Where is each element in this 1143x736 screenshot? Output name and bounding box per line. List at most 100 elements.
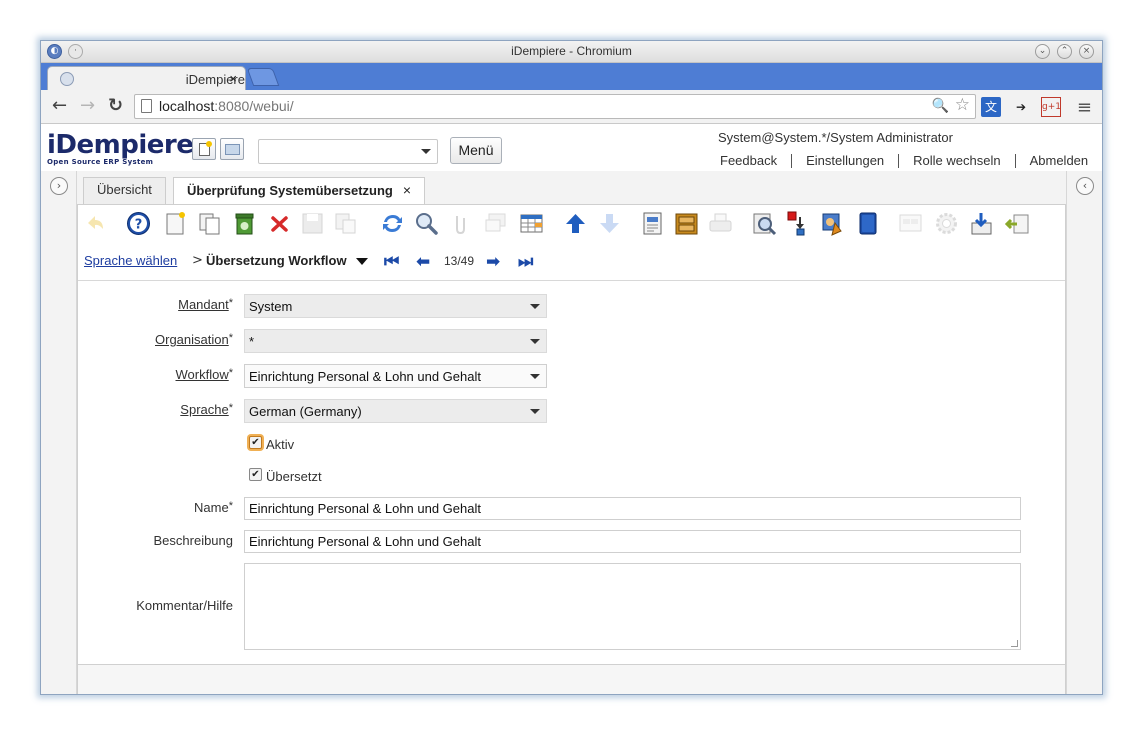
customize-icon[interactable] [934, 211, 959, 236]
workflow-dropdown-icon[interactable] [530, 374, 540, 379]
sprache-dropdown-icon[interactable] [530, 409, 540, 414]
idempiere-logo: iDempiere Open Source ERP System [47, 132, 194, 166]
previous-record-icon[interactable]: ⬅ [416, 254, 430, 271]
grid-toggle-icon[interactable] [519, 211, 544, 236]
refresh-icon[interactable] [380, 211, 405, 236]
dropdown-arrow-icon[interactable] [421, 149, 431, 154]
post-icon[interactable] [856, 211, 881, 236]
bookmark-star-icon[interactable]: ☆ [955, 95, 970, 115]
new-record-icon[interactable] [163, 211, 188, 236]
import-icon[interactable] [1005, 211, 1030, 236]
kommentar-field[interactable] [244, 563, 1021, 650]
workflow-label-text[interactable]: Workflow [176, 367, 229, 382]
chat-icon[interactable] [483, 211, 508, 236]
url-text[interactable]: localhost:8080/webui/ [159, 98, 294, 114]
url-host: localhost [159, 98, 215, 114]
record-counter: 13/49 [444, 254, 475, 268]
reload-icon[interactable]: ↻ [108, 96, 123, 116]
browser-window: ◐ · iDempiere - Chromium ⌄ ⌃ × iDempiere… [40, 40, 1103, 695]
translate-extension-icon[interactable]: 文 [981, 97, 1001, 117]
find-icon[interactable] [414, 211, 439, 236]
expand-east-icon[interactable]: ‹ [1076, 177, 1094, 195]
name-field[interactable]: Einrichtung Personal & Lohn und Gehalt [244, 497, 1021, 520]
first-record-icon[interactable]: ⏮ [384, 254, 399, 271]
organisation-dropdown-icon[interactable] [530, 339, 540, 344]
browser-tab[interactable]: iDempiere × [47, 66, 246, 90]
tab-close-icon[interactable]: × [403, 182, 411, 198]
sprache-label-text[interactable]: Sprache [180, 402, 228, 417]
browser-tab-close-icon[interactable]: × [229, 71, 237, 86]
uebersetzt-checkbox[interactable]: ✔ [249, 468, 262, 481]
breadcrumb-current: Übersetzung Workflow [206, 253, 347, 268]
signin-extension-icon[interactable]: ➔ [1011, 97, 1031, 117]
center-area: Übersicht Überprüfung Systemübersetzung ×… [77, 171, 1066, 694]
save-icon[interactable] [300, 211, 325, 236]
new-document-button[interactable] [192, 138, 216, 160]
delete-selected-icon[interactable] [267, 211, 292, 236]
minimize-button[interactable]: ⌄ [1035, 44, 1050, 59]
mandant-value: System [249, 299, 293, 314]
tab-uebersicht[interactable]: Übersicht [83, 177, 166, 205]
tab-ueberpruefung[interactable]: Überprüfung Systemübersetzung × [173, 177, 426, 206]
zoom-icon[interactable]: 🔍 [932, 97, 949, 114]
last-record-icon[interactable]: ⏭ [518, 254, 533, 271]
attachment-icon[interactable] [448, 211, 473, 236]
organisation-value: * [249, 334, 255, 349]
close-window-button[interactable]: × [1079, 44, 1094, 59]
archive-icon[interactable] [674, 211, 699, 236]
breadcrumb-dropdown-icon[interactable] [356, 258, 368, 265]
menu-button[interactable]: Menü [450, 137, 502, 164]
workflow-label-wrap: Workflow* [78, 367, 234, 387]
workflow-field[interactable]: Einrichtung Personal & Lohn und Gehalt [244, 364, 547, 388]
url-path: :8080/webui/ [214, 98, 294, 114]
browser-menu-icon[interactable]: ≡ [1077, 97, 1092, 118]
rolle-wechseln-link[interactable]: Rolle wechseln [898, 154, 1014, 168]
breadcrumb: Sprache wählen > Übersetzung Workflow ⏮ … [78, 245, 1065, 281]
next-record-down-icon[interactable] [597, 211, 622, 236]
quick-form-icon[interactable] [898, 211, 923, 236]
mandant-field[interactable]: System [244, 294, 547, 318]
gplus-extension-icon[interactable]: g+1 [1041, 97, 1061, 117]
einstellungen-link[interactable]: Einstellungen [791, 154, 898, 168]
workflow-icon[interactable] [786, 211, 811, 236]
address-bar[interactable]: localhost:8080/webui/ 🔍 ☆ [134, 94, 976, 119]
app-header: iDempiere Open Source ERP System Menü Sy… [41, 125, 1102, 171]
breadcrumb-link-sprache[interactable]: Sprache wählen [84, 253, 177, 268]
east-panel: ‹ [1066, 171, 1102, 694]
aktiv-checkbox[interactable]: ✔ [249, 436, 262, 449]
resize-grip-icon[interactable] [1011, 640, 1018, 647]
report-icon[interactable] [640, 211, 665, 236]
feedback-link[interactable]: Feedback [708, 154, 791, 168]
new-tab-button[interactable] [246, 68, 280, 86]
next-record-icon[interactable]: ➡ [486, 254, 500, 271]
delete-icon[interactable] [232, 211, 257, 236]
organisation-field[interactable]: * [244, 329, 547, 353]
copy-record-icon[interactable] [197, 211, 222, 236]
global-search-combobox[interactable] [258, 139, 438, 164]
previous-record-up-icon[interactable] [563, 211, 588, 236]
sprache-required: * [228, 402, 233, 414]
abmelden-link[interactable]: Abmelden [1014, 154, 1102, 168]
tab-ueberpruefung-label: Überprüfung Systemübersetzung [187, 183, 393, 198]
mandant-dropdown-icon[interactable] [530, 304, 540, 309]
export-icon[interactable] [970, 211, 995, 236]
expand-west-icon[interactable]: › [50, 177, 68, 195]
back-icon[interactable]: ← [52, 96, 67, 116]
undo-icon[interactable] [82, 211, 107, 236]
maximize-button[interactable]: ⌃ [1057, 44, 1072, 59]
sprache-field[interactable]: German (Germany) [244, 399, 547, 423]
help-icon[interactable]: ? [126, 211, 151, 236]
beschreibung-field[interactable]: Einrichtung Personal & Lohn und Gehalt [244, 530, 1021, 553]
kommentar-label: Kommentar/Hilfe [136, 598, 233, 613]
save-create-icon[interactable] [333, 211, 358, 236]
organisation-label-wrap: Organisation* [78, 332, 233, 352]
mandant-label-text[interactable]: Mandant [178, 297, 229, 312]
organisation-label-text[interactable]: Organisation [155, 332, 229, 347]
uebersetzt-label: Übersetzt [266, 469, 322, 484]
product-info-icon[interactable] [820, 211, 845, 236]
print-icon[interactable] [708, 211, 733, 236]
forward-icon[interactable]: → [80, 96, 95, 116]
open-folder-button[interactable] [220, 138, 244, 160]
zoom-across-icon[interactable] [752, 211, 777, 236]
mandant-required: * [228, 297, 233, 309]
